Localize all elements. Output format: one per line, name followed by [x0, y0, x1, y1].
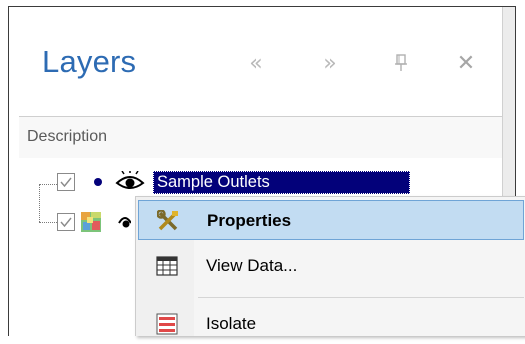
eye-icon[interactable]: [115, 171, 145, 193]
next-icon[interactable]: »: [315, 48, 345, 78]
previous-icon[interactable]: «: [241, 48, 271, 78]
panel-title: Layers: [42, 44, 137, 79]
table-icon: [156, 256, 178, 276]
menu-label-view-data: View Data...: [206, 256, 298, 275]
layer-visibility-checkbox[interactable]: [57, 173, 75, 191]
menu-item-view-data[interactable]: View Data...: [138, 246, 524, 286]
menu-item-properties[interactable]: Properties: [138, 200, 524, 240]
close-icon[interactable]: ✕: [451, 48, 481, 78]
menu-item-isolate[interactable]: Isolate: [138, 304, 524, 344]
point-layer-icon: [94, 178, 102, 186]
menu-separator: [198, 297, 524, 298]
pin-icon[interactable]: [386, 48, 416, 78]
eye-icon[interactable]: [117, 211, 131, 233]
check-icon: [60, 217, 72, 228]
layer-name-sample-outlets[interactable]: Sample Outlets: [153, 171, 410, 194]
column-header-label: Description: [27, 128, 108, 145]
menu-label-isolate: Isolate: [206, 314, 257, 333]
tools-icon: [157, 210, 178, 231]
context-menu: Properties View Data... Isolate: [135, 196, 525, 336]
layer-visibility-checkbox[interactable]: [57, 213, 75, 231]
tree-connector: [39, 184, 40, 222]
raster-layer-icon: [81, 212, 101, 232]
description-column-header[interactable]: Description: [19, 116, 502, 159]
check-icon: [60, 177, 72, 188]
pin-icon-glyph: [395, 54, 407, 71]
isolate-icon: [156, 313, 178, 335]
menu-label-properties: Properties: [207, 211, 292, 230]
